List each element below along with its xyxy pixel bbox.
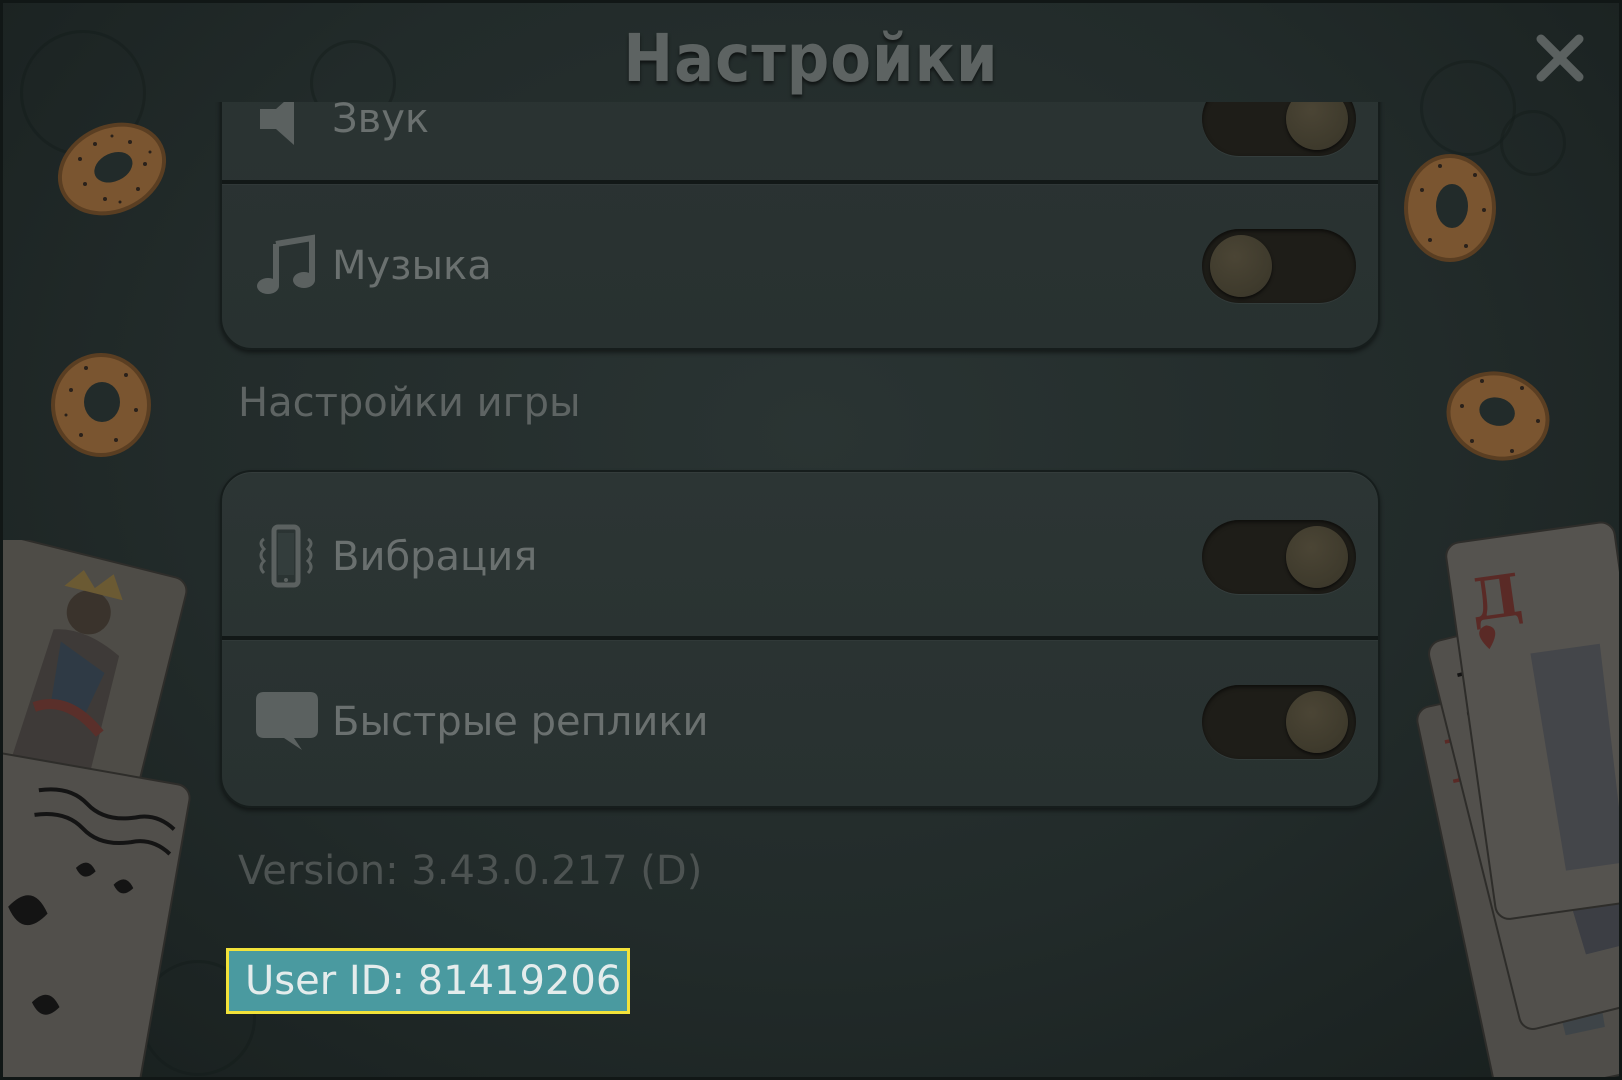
sound-toggle[interactable] bbox=[1202, 102, 1356, 156]
bagel-decoration bbox=[51, 353, 151, 457]
page-title: Настройки bbox=[623, 20, 999, 97]
music-label: Музыка bbox=[332, 243, 492, 289]
vibration-toggle-knob bbox=[1286, 526, 1348, 588]
sound-settings-card: Звук Музыка bbox=[220, 102, 1380, 350]
close-button[interactable] bbox=[1532, 30, 1588, 86]
row-divider bbox=[222, 180, 1378, 184]
speech-bubble-icon bbox=[256, 692, 318, 750]
user-id-label: User ID: 81419206 bbox=[245, 958, 622, 1004]
playing-cards-right-decoration: В К Д bbox=[1416, 521, 1622, 1080]
quick-replies-toggle[interactable] bbox=[1202, 685, 1356, 759]
svg-text:Д: Д bbox=[1466, 560, 1527, 635]
music-toggle-knob bbox=[1210, 235, 1272, 297]
user-id-text: User ID: 81419206 bbox=[226, 948, 630, 1014]
speaker-icon bbox=[260, 102, 294, 145]
playing-cards-left-decoration bbox=[0, 540, 191, 1080]
bagel-decoration bbox=[1404, 154, 1496, 262]
close-icon bbox=[1536, 34, 1584, 82]
settings-list[interactable]: Звук Музыка Настройки игры Вибрация Быст… bbox=[200, 102, 1400, 1080]
sound-toggle-knob bbox=[1286, 102, 1348, 150]
version-text: Version: 3.43.0.217 (D) bbox=[238, 848, 703, 894]
settings-screen: В К Д Настройки bbox=[0, 0, 1622, 1080]
music-row: Музыка bbox=[222, 186, 1378, 346]
game-settings-card: Вибрация Быстрые реплики bbox=[220, 470, 1380, 808]
vibration-label: Вибрация bbox=[332, 534, 538, 580]
bagel-decoration bbox=[57, 122, 167, 216]
quick-replies-row: Быстрые реплики bbox=[222, 640, 1378, 804]
sound-label: Звук bbox=[332, 102, 430, 142]
game-settings-section-title: Настройки игры bbox=[238, 380, 581, 426]
quick-replies-label: Быстрые реплики bbox=[332, 699, 709, 745]
background-ornament bbox=[1500, 110, 1566, 176]
quick-replies-toggle-knob bbox=[1286, 691, 1348, 753]
vibration-toggle[interactable] bbox=[1202, 520, 1356, 594]
bagel-decoration bbox=[1446, 371, 1550, 461]
music-note-icon bbox=[257, 234, 315, 294]
music-toggle[interactable] bbox=[1202, 229, 1356, 303]
vibration-row: Вибрация bbox=[222, 472, 1378, 642]
phone-vibration-icon bbox=[259, 524, 313, 588]
